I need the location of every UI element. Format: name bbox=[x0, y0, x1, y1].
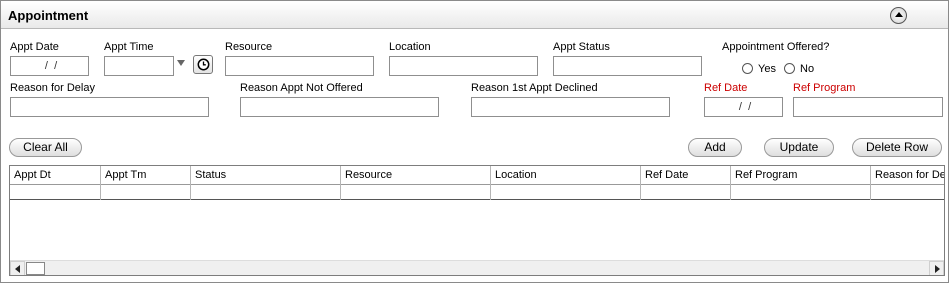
ref-date-input[interactable] bbox=[704, 97, 783, 117]
reason-not-offered-input[interactable] bbox=[240, 97, 439, 117]
delete-row-button[interactable]: Delete Row bbox=[852, 138, 942, 157]
offered-yes-label: Yes bbox=[758, 63, 776, 75]
scroll-right-button[interactable] bbox=[929, 261, 944, 275]
ref-program-label: Ref Program bbox=[793, 82, 856, 94]
location-label: Location bbox=[389, 41, 431, 53]
horizontal-scrollbar[interactable] bbox=[10, 260, 944, 275]
offered-yes-radio[interactable] bbox=[742, 63, 753, 74]
reason-not-offered-label: Reason Appt Not Offered bbox=[240, 82, 363, 94]
appt-date-label: Appt Date bbox=[10, 41, 59, 53]
appt-time-input[interactable] bbox=[104, 56, 174, 76]
arrow-left-icon bbox=[15, 265, 20, 273]
column-header[interactable]: Reason for De bbox=[871, 166, 944, 185]
resource-label: Resource bbox=[225, 41, 273, 53]
scroll-left-button[interactable] bbox=[10, 261, 25, 275]
appt-status-label: Appt Status bbox=[553, 41, 610, 53]
appt-status-input[interactable] bbox=[553, 56, 702, 76]
collapse-icon[interactable] bbox=[890, 7, 907, 24]
scrollbar-thumb[interactable] bbox=[26, 262, 45, 275]
column-header[interactable]: Resource bbox=[341, 166, 491, 185]
appt-date-input[interactable] bbox=[10, 56, 89, 76]
ref-program-input[interactable] bbox=[793, 97, 943, 117]
reason-delay-label: Reason for Delay bbox=[10, 82, 95, 94]
location-input[interactable] bbox=[389, 56, 538, 76]
resource-input[interactable] bbox=[225, 56, 374, 76]
appointment-offered-label: Appointment Offered? bbox=[722, 41, 830, 53]
clear-all-button[interactable]: Clear All bbox=[9, 138, 82, 157]
column-header[interactable]: Status bbox=[191, 166, 341, 185]
column-header[interactable]: Ref Date bbox=[641, 166, 731, 185]
clock-icon[interactable] bbox=[193, 55, 213, 74]
panel-header: Appointment bbox=[1, 1, 948, 29]
arrow-right-icon bbox=[935, 265, 940, 273]
offered-no-label: No bbox=[800, 63, 815, 75]
column-header[interactable]: Ref Program bbox=[731, 166, 871, 185]
appt-time-label: Appt Time bbox=[104, 41, 154, 53]
appointment-panel: Appointment Appt Date Appt Time Resource… bbox=[0, 0, 949, 283]
appointments-grid[interactable]: Appt Dt Appt Tm Status Resource Location… bbox=[9, 165, 945, 276]
column-header[interactable]: Location bbox=[491, 166, 641, 185]
update-button[interactable]: Update bbox=[764, 138, 834, 157]
grid-header: Appt Dt Appt Tm Status Resource Location… bbox=[10, 166, 944, 185]
reason-declined-label: Reason 1st Appt Declined bbox=[471, 82, 598, 94]
column-header[interactable]: Appt Dt bbox=[10, 166, 101, 185]
table-row[interactable] bbox=[10, 185, 944, 200]
column-header[interactable]: Appt Tm bbox=[101, 166, 191, 185]
reason-declined-input[interactable] bbox=[471, 97, 670, 117]
add-button[interactable]: Add bbox=[688, 138, 742, 157]
panel-title: Appointment bbox=[8, 8, 89, 23]
reason-delay-input[interactable] bbox=[10, 97, 209, 117]
ref-date-label: Ref Date bbox=[704, 82, 748, 94]
time-dropdown-arrow-icon[interactable] bbox=[177, 60, 185, 66]
offered-no-radio[interactable] bbox=[784, 63, 795, 74]
